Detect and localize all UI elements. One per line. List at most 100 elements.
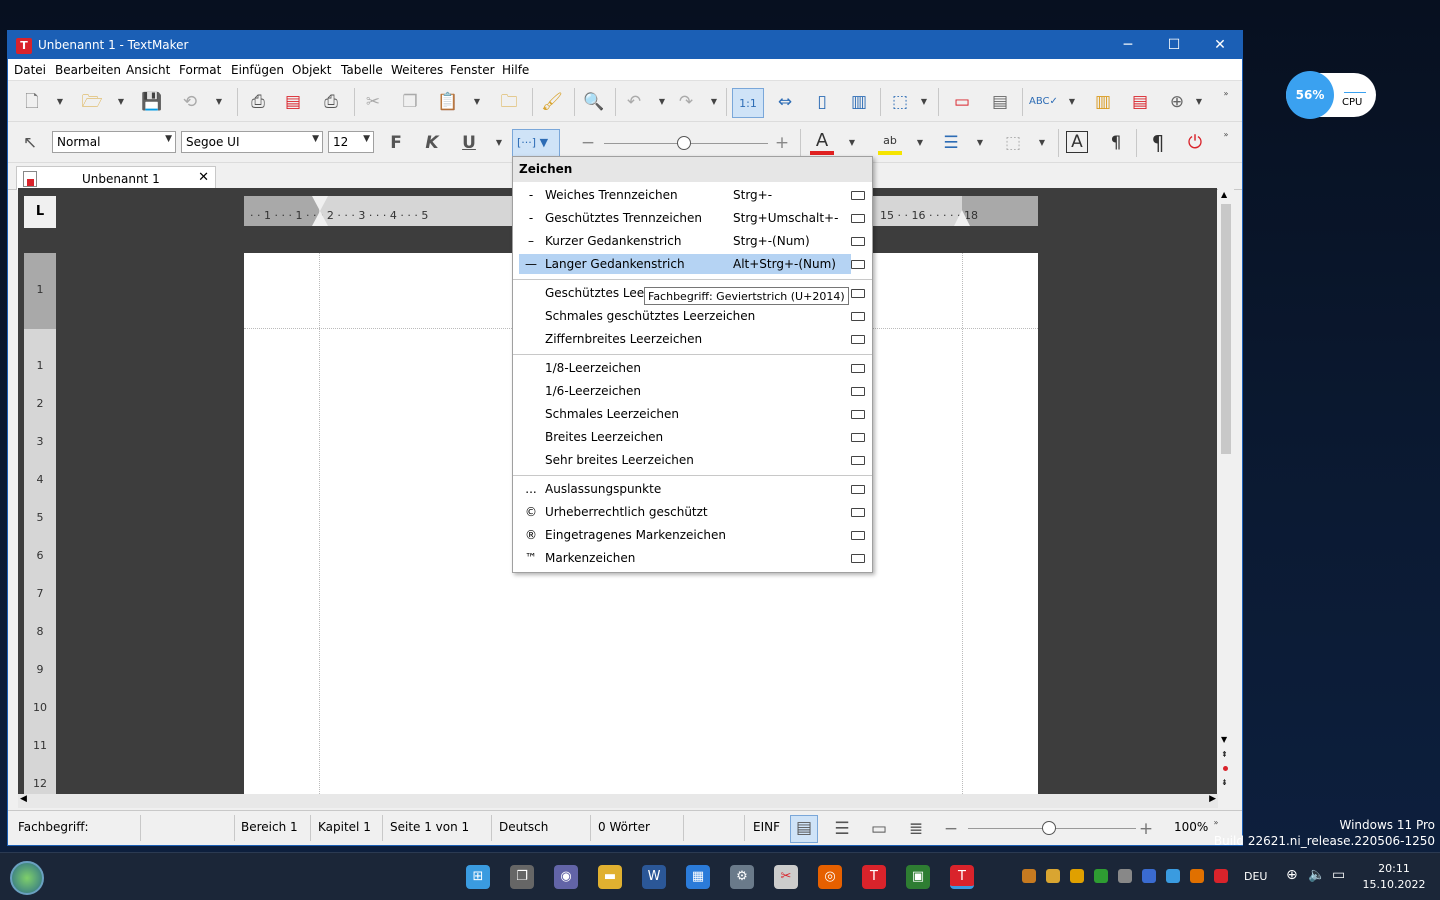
view-continuous-icon[interactable]: ☰: [830, 817, 854, 841]
full-page-icon[interactable]: ▯: [810, 90, 834, 114]
redo-dropdown-icon[interactable]: ▼: [709, 90, 719, 114]
statusbar-overflow-icon[interactable]: »: [1211, 811, 1221, 835]
menu-fenster[interactable]: Fenster: [450, 63, 495, 77]
vertical-scrollbar[interactable]: ▲ ▼ ⇞ ⇟: [1218, 188, 1234, 794]
frame-icon[interactable]: ⬚: [888, 90, 912, 114]
battery-icon[interactable]: ▭: [1332, 867, 1345, 883]
textmaker-taskbar-icon[interactable]: T: [950, 865, 974, 889]
status-mode[interactable]: EINF: [753, 820, 780, 834]
font-color-icon[interactable]: A: [810, 129, 834, 155]
menu-item[interactable]: — Langer Gedankenstrich Alt+Strg+-(Num): [519, 254, 851, 274]
save-icon[interactable]: 💾: [140, 90, 164, 114]
status-bereich[interactable]: Bereich 1: [241, 820, 298, 834]
two-pages-icon[interactable]: ▥: [847, 90, 871, 114]
menu-format[interactable]: Format: [179, 63, 221, 77]
keyboard-shortcut-icon[interactable]: [851, 456, 865, 465]
style-combo[interactable]: Normal ▼: [52, 131, 176, 153]
menu-item[interactable]: - Geschütztes Trennzeichen Strg+Umschalt+-: [519, 208, 851, 228]
italic-button[interactable]: K: [420, 131, 444, 155]
keyboard-shortcut-icon[interactable]: [851, 410, 865, 419]
page-down-icon[interactable]: ⇟: [1221, 778, 1228, 787]
snipping-tool-icon[interactable]: ✂: [774, 865, 798, 889]
input-language[interactable]: DEU: [1244, 870, 1267, 883]
object-dropdown-icon[interactable]: ▼: [1037, 131, 1047, 155]
tray-icon-5[interactable]: [1118, 869, 1132, 883]
undo-dropdown-icon[interactable]: ▼: [657, 90, 667, 114]
title-bar[interactable]: T Unbenannt 1 - TextMaker ─ ☐ ✕: [8, 31, 1242, 59]
menu-item[interactable]: ™ Markenzeichen: [519, 548, 851, 568]
database-icon[interactable]: ▤: [1128, 90, 1152, 114]
scroll-right-icon[interactable]: ▶: [1209, 794, 1216, 804]
view-outline-icon[interactable]: ≣: [904, 817, 928, 841]
tab-stop-selector[interactable]: L: [24, 196, 56, 228]
pointer-icon[interactable]: ↖: [18, 131, 42, 155]
zoom-plus-icon[interactable]: +: [770, 131, 794, 155]
taskbar-date[interactable]: 15.10.2022: [1362, 878, 1426, 891]
search-tray-icon[interactable]: [1190, 869, 1204, 883]
scroll-left-icon[interactable]: ◀: [20, 794, 27, 804]
document-info-icon[interactable]: ▤: [988, 90, 1012, 114]
redo-icon[interactable]: ↷: [674, 90, 698, 114]
font-scale-slider-thumb[interactable]: [677, 136, 691, 150]
paste-icon[interactable]: 📋: [436, 90, 460, 114]
keyboard-shortcut-icon[interactable]: [851, 260, 865, 269]
save-dropdown-icon[interactable]: ▼: [214, 90, 224, 114]
tray-icon-3[interactable]: [1070, 869, 1084, 883]
web-icon[interactable]: ⊕: [1165, 90, 1189, 114]
zoom-minus-icon[interactable]: −: [576, 131, 600, 155]
windows-start-icon[interactable]: ⊞: [466, 865, 490, 889]
menu-item[interactable]: - Weiches Trennzeichen Strg+-: [519, 185, 851, 205]
status-seite[interactable]: Seite 1 von 1: [390, 820, 469, 834]
undo-icon[interactable]: ↶: [622, 90, 646, 114]
tray-icon-4[interactable]: [1094, 869, 1108, 883]
menu-weiteres[interactable]: Weiteres: [391, 63, 443, 77]
search-icon[interactable]: 🔍: [582, 90, 606, 114]
spellcheck-icon[interactable]: ABC✓: [1029, 90, 1058, 114]
menu-item[interactable]: – Kurzer Gedankenstrich Strg+-(Num): [519, 231, 851, 251]
firefox-icon[interactable]: ◎: [818, 865, 842, 889]
teams-chat-icon[interactable]: ◉: [554, 865, 578, 889]
special-characters-button[interactable]: [···] ▼: [512, 129, 560, 157]
task-view-icon[interactable]: ❐: [510, 865, 534, 889]
underline-dropdown-icon[interactable]: ▼: [494, 131, 504, 155]
store-icon[interactable]: ▦: [686, 865, 710, 889]
new-document-icon[interactable]: 🗋: [20, 90, 44, 114]
paste-dropdown-icon[interactable]: ▼: [472, 90, 482, 114]
frame-dropdown-icon[interactable]: ▼: [919, 90, 929, 114]
status-woerter[interactable]: 0 Wörter: [598, 820, 650, 834]
close-button[interactable]: ✕: [1197, 31, 1243, 59]
clipboard-folder-icon[interactable]: 🗀: [497, 90, 521, 114]
status-kapitel[interactable]: Kapitel 1: [318, 820, 371, 834]
keyboard-shortcut-icon[interactable]: [851, 387, 865, 396]
status-sprache[interactable]: Deutsch: [499, 820, 548, 834]
font-color-dropdown-icon[interactable]: ▼: [847, 131, 857, 155]
view-normal-icon[interactable]: ▤: [790, 815, 818, 843]
scroll-up-icon[interactable]: ▲: [1221, 190, 1227, 199]
highlight-icon[interactable]: ab: [878, 129, 902, 155]
start-orb-icon[interactable]: [10, 861, 44, 895]
menu-item[interactable]: 1/6-Leerzeichen: [519, 381, 851, 401]
settings-gear-icon[interactable]: ⚙: [730, 865, 754, 889]
print-icon[interactable]: ⎙: [246, 90, 270, 114]
horizontal-scrollbar[interactable]: ◀ ▶: [18, 794, 1218, 808]
status-zoom[interactable]: 100%: [1174, 820, 1208, 834]
keyboard-shortcut-icon[interactable]: [851, 364, 865, 373]
underline-button[interactable]: U: [457, 131, 481, 155]
menu-objekt[interactable]: Objekt: [292, 63, 331, 77]
menu-item[interactable]: Schmales geschütztes Leerzeichen: [519, 306, 851, 326]
keyboard-shortcut-icon[interactable]: [851, 531, 865, 540]
form-field-icon[interactable]: ▭: [950, 90, 974, 114]
file-explorer-icon[interactable]: ▬: [598, 865, 622, 889]
document-tab[interactable]: Unbenannt 1 ✕: [16, 166, 216, 190]
zoom-in-icon[interactable]: +: [1134, 817, 1158, 841]
highlight-dropdown-icon[interactable]: ▼: [915, 131, 925, 155]
power-icon[interactable]: ⏻: [1183, 131, 1207, 155]
text-frame-icon[interactable]: A: [1066, 131, 1088, 153]
tray-icon-1[interactable]: [1022, 869, 1036, 883]
tray-icon-7[interactable]: [1166, 869, 1180, 883]
web-dropdown-icon[interactable]: ▼: [1194, 90, 1204, 114]
font-size-combo[interactable]: 12 ▼: [328, 131, 374, 153]
toolbar-overflow-icon[interactable]: »: [1221, 82, 1231, 106]
open-dropdown-icon[interactable]: ▼: [116, 90, 126, 114]
tray-icon-9[interactable]: [1214, 869, 1228, 883]
